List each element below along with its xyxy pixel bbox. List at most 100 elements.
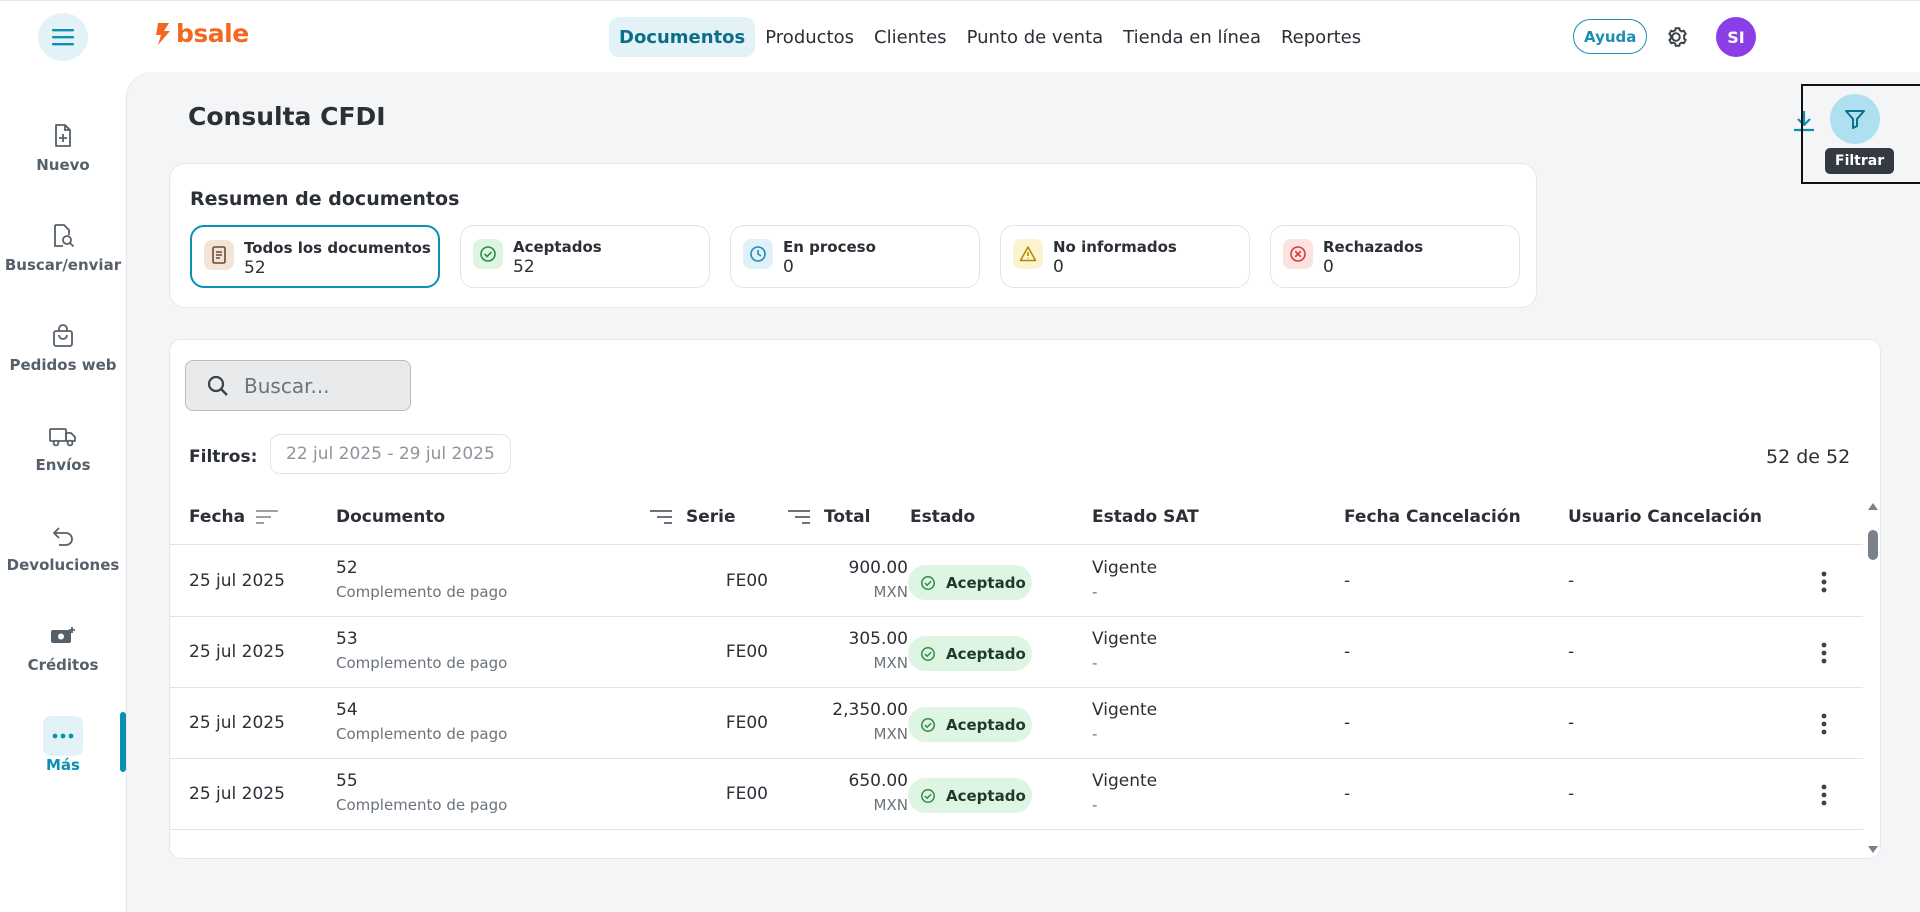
stat-count: 0 xyxy=(1323,257,1334,277)
stat-count: 0 xyxy=(783,257,794,277)
nav-reportes[interactable]: Reportes xyxy=(1271,17,1371,57)
search-placeholder: Buscar... xyxy=(244,373,330,398)
cell-moneda: MXN xyxy=(873,796,908,814)
stat-rechazados[interactable]: Rechazados 0 xyxy=(1270,225,1520,288)
stat-label: En proceso xyxy=(783,238,876,256)
table-row[interactable]: 25 jul 2025 54 Complemento de pago FE00 … xyxy=(170,688,1863,759)
check-circle-icon xyxy=(921,575,935,590)
table-row[interactable]: 25 jul 2025 53 Complemento de pago FE00 … xyxy=(170,617,1863,688)
header-total[interactable]: Total xyxy=(824,507,870,527)
settings-button[interactable] xyxy=(1660,21,1692,53)
row-actions-button[interactable] xyxy=(1814,639,1834,667)
gear-icon xyxy=(1668,27,1687,47)
cell-documento-tipo: Complemento de pago xyxy=(336,583,508,601)
header-fecha-cancelacion: Fecha Cancelación xyxy=(1344,507,1521,527)
status-label: Aceptado xyxy=(946,715,1026,734)
cell-usuario-cancelacion: - xyxy=(1568,571,1575,591)
help-button[interactable]: Ayuda xyxy=(1573,19,1648,54)
more-dots-icon xyxy=(43,716,83,756)
sort-icon[interactable] xyxy=(648,507,674,527)
date-range-chip[interactable]: 22 jul 2025 - 29 jul 2025 xyxy=(270,434,511,474)
cell-moneda: MXN xyxy=(873,654,908,672)
nav-punto-de-venta[interactable]: Punto de venta xyxy=(957,17,1114,57)
main-content: Consulta CFDI Filtrar Resumen de documen… xyxy=(126,72,1920,912)
nav-clientes[interactable]: Clientes xyxy=(864,17,957,57)
sidebar-item-nuevo[interactable]: Nuevo xyxy=(0,110,126,190)
scroll-down-icon[interactable] xyxy=(1867,844,1879,854)
header-fecha[interactable]: Fecha xyxy=(189,507,245,527)
stat-count: 0 xyxy=(1053,257,1064,277)
cell-fecha: 25 jul 2025 xyxy=(189,713,285,733)
bsale-logo[interactable]: bsale xyxy=(154,19,249,48)
table-row[interactable]: 25 jul 2025 52 Complemento de pago FE00 … xyxy=(170,546,1863,617)
cell-estado-sat: Vigente xyxy=(1092,558,1158,578)
results-count: 52 de 52 xyxy=(1766,446,1851,468)
documents-table-card: Buscar... Filtros: 22 jul 2025 - 29 jul … xyxy=(169,339,1881,859)
sidebar-item-creditos[interactable]: Créditos xyxy=(0,610,126,690)
summary-title: Resumen de documentos xyxy=(190,188,460,210)
row-actions-button[interactable] xyxy=(1814,710,1834,738)
document-list-icon xyxy=(204,240,234,270)
kebab-menu-icon xyxy=(1821,784,1827,806)
cell-documento-numero: 55 xyxy=(336,771,358,791)
nav-productos[interactable]: Productos xyxy=(755,17,864,57)
sidebar-item-label: Devoluciones xyxy=(6,556,120,574)
sort-icon[interactable] xyxy=(786,507,812,527)
status-badge: Aceptado xyxy=(908,565,1032,600)
main-nav: Documentos Productos Clientes Punto de v… xyxy=(609,17,1371,57)
table-header: Fecha Documento Serie Total Estado Estad… xyxy=(170,490,1863,545)
cell-fecha-cancelacion: - xyxy=(1344,642,1351,662)
kebab-menu-icon xyxy=(1821,642,1827,664)
header-documento[interactable]: Documento xyxy=(336,507,445,527)
sidebar-item-pedidos-web[interactable]: Pedidos web xyxy=(0,310,126,390)
row-actions-button[interactable] xyxy=(1814,781,1834,809)
stat-todos-documentos[interactable]: Todos los documentos 52 xyxy=(190,225,440,288)
summary-card: Resumen de documentos Todos los document… xyxy=(169,163,1537,308)
status-badge: Aceptado xyxy=(908,636,1032,671)
search-input[interactable]: Buscar... xyxy=(185,360,411,411)
kebab-menu-icon xyxy=(1821,571,1827,593)
cell-moneda: MXN xyxy=(873,583,908,601)
cell-total: 2,350.00 xyxy=(832,700,908,720)
sidebar-item-buscar-enviar[interactable]: Buscar/enviar xyxy=(0,210,126,290)
nav-documentos[interactable]: Documentos xyxy=(609,17,756,57)
scrollbar-thumb[interactable] xyxy=(1868,530,1878,560)
cell-documento-numero: 54 xyxy=(336,700,358,720)
return-arrow-icon xyxy=(47,520,79,552)
user-avatar[interactable]: SI xyxy=(1716,17,1756,57)
sidebar-item-label: Nuevo xyxy=(36,156,90,174)
stat-en-proceso[interactable]: En proceso 0 xyxy=(730,225,980,288)
check-circle-icon xyxy=(921,717,935,732)
status-badge: Aceptado xyxy=(908,707,1032,742)
scroll-up-icon[interactable] xyxy=(1867,502,1879,512)
clock-icon xyxy=(743,239,773,269)
status-label: Aceptado xyxy=(946,786,1026,805)
cell-estado-sat: Vigente xyxy=(1092,629,1158,649)
sidebar-item-devoluciones[interactable]: Devoluciones xyxy=(0,510,126,590)
cell-estado-sat-sub: - xyxy=(1092,654,1098,672)
logo-text: bsale xyxy=(176,19,249,48)
filter-icon xyxy=(1845,110,1865,129)
cell-total: 305.00 xyxy=(848,629,908,649)
stat-aceptados[interactable]: Aceptados 52 xyxy=(460,225,710,288)
cell-estado-sat: Vigente xyxy=(1092,700,1158,720)
table-row[interactable]: 25 jul 2025 55 Complemento de pago FE00 … xyxy=(170,759,1863,830)
filters-label: Filtros: xyxy=(189,447,258,467)
row-actions-button[interactable] xyxy=(1814,568,1834,596)
hamburger-menu-button[interactable] xyxy=(38,13,88,61)
cell-usuario-cancelacion: - xyxy=(1568,784,1575,804)
filter-button[interactable] xyxy=(1830,94,1880,144)
cell-documento-numero: 52 xyxy=(336,558,358,578)
header-serie[interactable]: Serie xyxy=(686,507,736,527)
stat-count: 52 xyxy=(513,257,535,277)
stat-no-informados[interactable]: No informados 0 xyxy=(1000,225,1250,288)
nav-tienda-en-linea[interactable]: Tienda en línea xyxy=(1113,17,1271,57)
status-label: Aceptado xyxy=(946,573,1026,592)
stat-label: Rechazados xyxy=(1323,238,1424,256)
sidebar-item-envios[interactable]: Envíos xyxy=(0,410,126,490)
sort-icon[interactable] xyxy=(254,507,280,527)
cell-documento-numero: 53 xyxy=(336,629,358,649)
table-scrollbar[interactable] xyxy=(1866,502,1880,854)
sidebar-item-mas[interactable]: Más xyxy=(0,710,126,790)
logo-mark-icon xyxy=(156,22,170,45)
